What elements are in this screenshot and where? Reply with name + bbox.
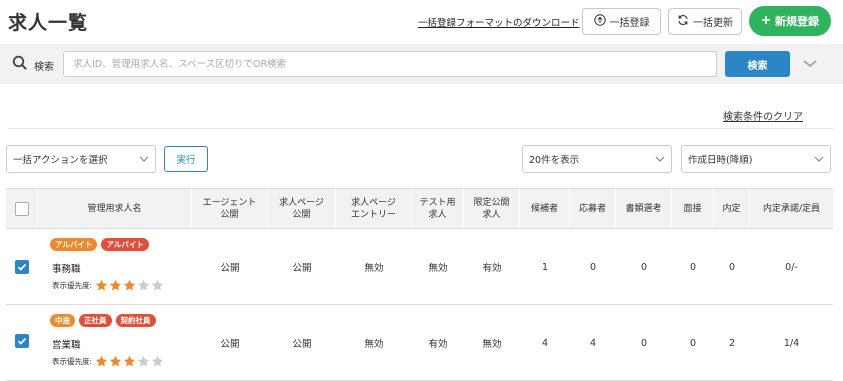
new-register-label: 新規登録 [775, 15, 819, 28]
sort-value: 作成日時(降順) [688, 155, 753, 166]
candidates-cell[interactable]: 4 [520, 305, 570, 381]
badge-list: 中途 正社員 契約社員 [50, 314, 156, 327]
star-filled-icon[interactable] [109, 279, 122, 292]
star-empty-icon[interactable] [151, 279, 164, 292]
table-row[interactable]: アルバイト アルバイト 事務職 表示優先度: 公開 公開 無効 無効 有効 1 … [6, 229, 833, 305]
divider [8, 128, 834, 129]
applicants-cell[interactable]: 4 [570, 305, 616, 381]
search-button[interactable]: 検索 [725, 51, 790, 77]
priority-stars[interactable] [95, 355, 164, 368]
interview-cell[interactable]: 0 [672, 305, 714, 381]
select-all-checkbox[interactable] [14, 201, 29, 216]
agent-public-cell: 公開 [220, 263, 240, 274]
column-header[interactable]: 求人ページ エントリー [336, 189, 412, 228]
refresh-icon [677, 14, 689, 29]
bulk-update-button[interactable]: 一括更新 [668, 8, 742, 35]
column-header[interactable]: 内定 [714, 189, 750, 228]
new-register-button[interactable]: 新規登録 [749, 6, 831, 36]
test-job-cell: 有効 [428, 339, 448, 350]
badge-list: アルバイト アルバイト [50, 238, 149, 251]
employment-badge: アルバイト [50, 238, 98, 251]
employment-badge: 契約社員 [115, 314, 156, 327]
column-header[interactable]: 応募者 [570, 189, 616, 228]
sort-select[interactable]: 作成日時(降順) [681, 145, 831, 173]
priority-label: 表示優先度: [52, 357, 93, 366]
job-page-entry-cell: 無効 [364, 263, 384, 274]
column-header[interactable]: テスト用 求人 [412, 189, 464, 228]
star-empty-icon[interactable] [137, 355, 150, 368]
accept-capacity-cell: 1/4 [783, 337, 800, 349]
row-checkbox[interactable] [15, 260, 29, 274]
job-name[interactable]: 営業職 [52, 337, 81, 351]
page-header: 求人一覧 一括登録フォーマットのダウンロード 一括登録 一括更新 新規登録 [0, 0, 843, 40]
per-page-select[interactable]: 20件を表示 [522, 145, 672, 173]
bulk-update-label: 一括更新 [693, 18, 733, 29]
star-filled-icon[interactable] [123, 279, 136, 292]
priority: 表示優先度: [52, 279, 164, 292]
offer-cell[interactable]: 0 [714, 229, 750, 305]
interview-cell[interactable]: 0 [672, 229, 714, 305]
column-header[interactable]: 限定公開 求人 [464, 189, 520, 228]
employment-badge: 正社員 [79, 314, 112, 327]
bulk-register-label: 一括登録 [609, 18, 650, 29]
limited-public-cell: 有効 [482, 263, 502, 274]
chevron-down-icon [814, 156, 824, 162]
priority-label: 表示優先度: [52, 281, 93, 290]
column-header[interactable]: 書類選考 [616, 189, 672, 228]
column-header[interactable]: 面接 [672, 189, 714, 228]
job-page-public-cell: 公開 [292, 263, 312, 274]
select-all-cell [6, 189, 38, 228]
limited-public-cell: 無効 [482, 339, 502, 350]
star-empty-icon[interactable] [137, 279, 150, 292]
table-header: 管理用求人名 エージェント 公開 求人ページ 公開 求人ページ エントリー テス… [6, 188, 833, 229]
row-checkbox[interactable] [15, 334, 29, 348]
column-header[interactable]: 求人ページ 公開 [268, 189, 336, 228]
chevron-down-icon [655, 156, 665, 162]
employment-badge: アルバイト [101, 238, 149, 251]
star-filled-icon[interactable] [95, 279, 108, 292]
column-header[interactable]: 内定承諾/定員 [750, 189, 833, 228]
priority-stars[interactable] [95, 279, 164, 292]
column-header[interactable]: 管理用求人名 [38, 189, 192, 228]
priority: 表示優先度: [52, 355, 164, 368]
column-header[interactable]: エージェント 公開 [192, 189, 268, 228]
bulk-action-select[interactable]: 一括アクションを選択 [6, 145, 156, 173]
bulk-action-value: 一括アクションを選択 [13, 155, 108, 166]
search-input[interactable] [63, 51, 717, 77]
column-header[interactable]: 候補者 [520, 189, 570, 228]
chevron-down-icon[interactable] [800, 55, 820, 73]
star-filled-icon[interactable] [109, 355, 122, 368]
bulk-register-button[interactable]: 一括登録 [582, 8, 661, 35]
chevron-down-icon [139, 156, 149, 162]
per-page-value: 20件を表示 [529, 155, 580, 166]
offer-cell[interactable]: 2 [714, 305, 750, 381]
screening-cell[interactable]: 0 [616, 229, 672, 305]
job-name[interactable]: 事務職 [52, 261, 81, 275]
star-empty-icon[interactable] [151, 355, 164, 368]
screening-cell[interactable]: 0 [616, 305, 672, 381]
download-format-link[interactable]: 一括登録フォーマットのダウンロード [418, 15, 580, 29]
accept-capacity-cell: 0/- [785, 261, 798, 273]
clear-conditions-link[interactable]: 検索条件のクリア [723, 108, 803, 123]
candidates-cell[interactable]: 1 [520, 229, 570, 305]
job-page-entry-cell: 無効 [364, 339, 384, 350]
table-row[interactable]: 中途 正社員 契約社員 営業職 表示優先度: 公開 公開 無効 有効 無効 4 … [6, 305, 833, 381]
job-page-public-cell: 公開 [292, 339, 312, 350]
search-bar: 検索 検索 [0, 44, 843, 84]
star-filled-icon[interactable] [95, 355, 108, 368]
star-filled-icon[interactable] [123, 355, 136, 368]
execute-button[interactable]: 実行 [164, 146, 208, 172]
employment-badge: 中途 [50, 314, 75, 327]
agent-public-cell: 公開 [220, 339, 240, 350]
plus-icon [761, 15, 771, 28]
page-title: 求人一覧 [8, 12, 89, 34]
search-icon [12, 55, 28, 71]
upload-icon [593, 14, 606, 29]
search-label: 検索 [34, 62, 54, 73]
applicants-cell[interactable]: 0 [570, 229, 616, 305]
test-job-cell: 無効 [428, 263, 448, 274]
